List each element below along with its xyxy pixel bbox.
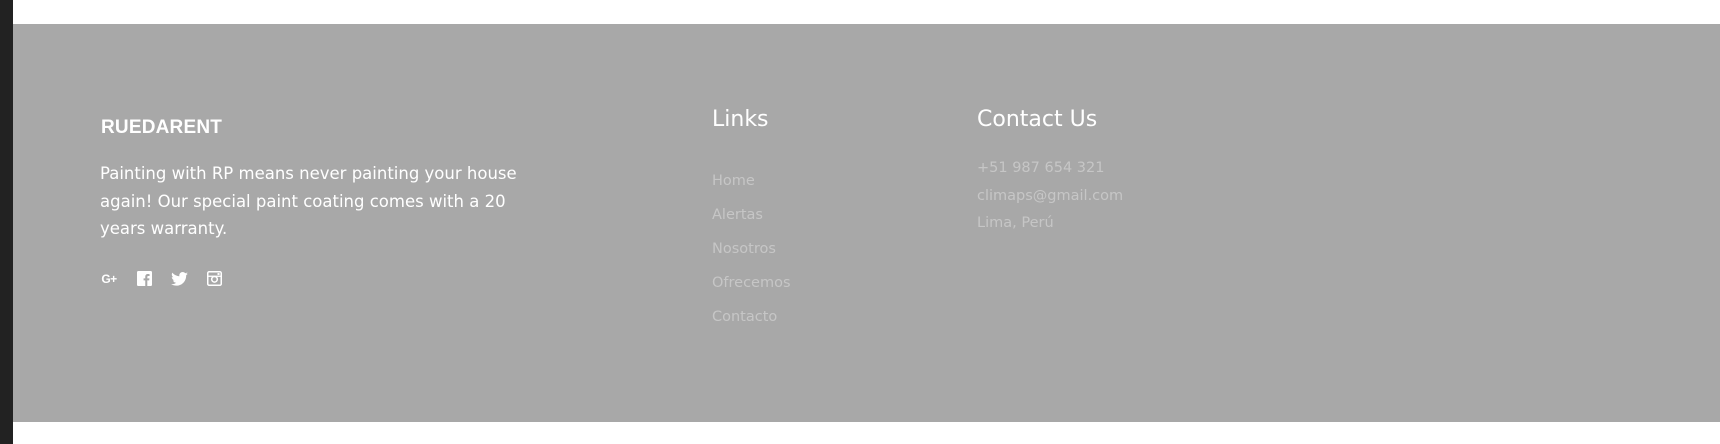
top-page-area [13,0,1720,24]
contact-address: Lima, Perú [977,215,1054,231]
footer-link-alertas[interactable]: Alertas [712,207,791,241]
instagram-icon[interactable] [206,270,223,287]
bottom-page-area [13,422,1720,444]
contact-phone: +51 987 654 321 [977,160,1105,176]
contact-email: climaps@gmail.com [977,187,1124,204]
footer-links-list: Home Alertas Nosotros Ofrecemos Contacto [712,173,791,343]
contact-info-list: +51 987 654 321 climaps@gmail.com Lima, … [977,160,1123,243]
links-heading: Links [712,107,769,132]
social-links: G+ [100,270,223,287]
footer-brand-name: RUEDARENT [101,117,223,138]
footer-link-home[interactable]: Home [712,173,791,207]
facebook-icon[interactable] [136,270,153,287]
left-edge-strip [0,0,13,444]
google-plus-icon[interactable]: G+ [100,270,118,287]
twitter-icon[interactable] [171,270,188,287]
footer-link-nosotros[interactable]: Nosotros [712,241,791,275]
contact-heading: Contact Us [977,107,1098,132]
footer-link-contacto[interactable]: Contacto [712,309,791,343]
footer-link-ofrecemos[interactable]: Ofrecemos [712,275,791,309]
footer-tagline: Painting with RP means never painting yo… [100,164,517,238]
